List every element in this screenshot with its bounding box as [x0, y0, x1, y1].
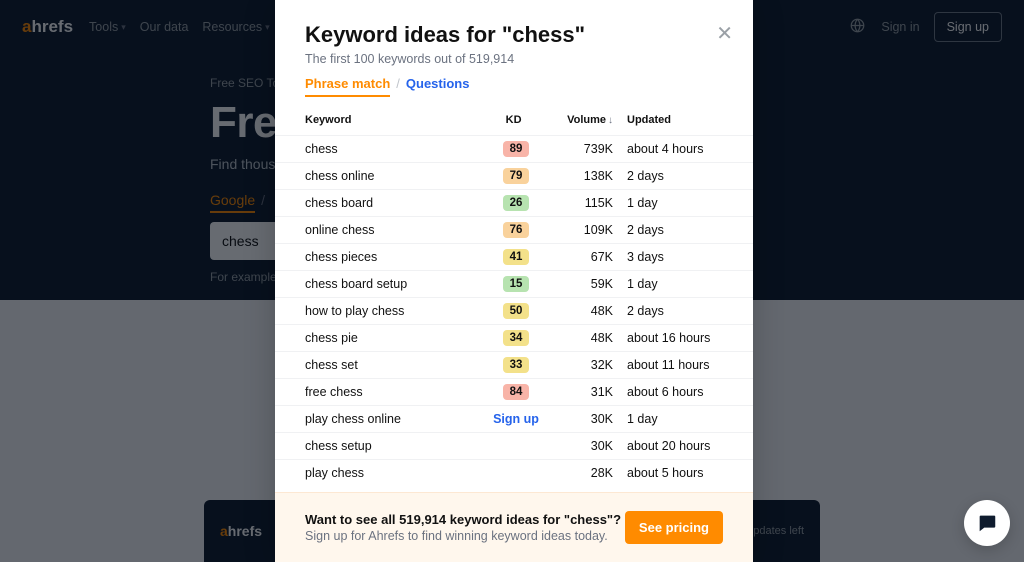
cell-volume: 30K [541, 412, 613, 426]
col-keyword[interactable]: Keyword [305, 114, 491, 126]
see-pricing-button[interactable]: See pricing [625, 511, 723, 544]
cell-keyword: chess pie [305, 331, 491, 345]
cell-kd: 15 [491, 276, 541, 292]
cell-kd: 89 [491, 141, 541, 157]
cell-updated: 1 day [613, 412, 723, 426]
cell-volume: 739K [541, 142, 613, 156]
cell-keyword: play chess [305, 466, 491, 480]
table-row[interactable]: chess89739Kabout 4 hours [275, 135, 753, 162]
table-body: chess89739Kabout 4 hourschess online7913… [275, 135, 753, 492]
table-header: Keyword KD Volume↓ Updated [275, 105, 753, 135]
tab-questions[interactable]: Questions [406, 76, 470, 91]
cell-kd: 50 [491, 303, 541, 319]
cell-updated: 2 days [613, 304, 723, 318]
cell-kd: 26 [491, 195, 541, 211]
cell-keyword: chess set [305, 358, 491, 372]
cell-volume: 48K [541, 304, 613, 318]
cell-keyword: free chess [305, 385, 491, 399]
cta-line2: Sign up for Ahrefs to find winning keywo… [305, 529, 621, 543]
cell-volume: 48K [541, 331, 613, 345]
keyword-ideas-modal: Keyword ideas for "chess" The first 100 … [275, 0, 753, 562]
cell-volume: 109K [541, 223, 613, 237]
cell-kd: Sign up [491, 412, 541, 426]
cell-keyword: chess board setup [305, 277, 491, 291]
table-row[interactable]: chess board26115K1 day [275, 189, 753, 216]
cell-volume: 32K [541, 358, 613, 372]
cell-volume: 115K [541, 196, 613, 210]
col-updated[interactable]: Updated [613, 114, 723, 126]
signup-link[interactable]: Sign up [493, 412, 539, 426]
cell-keyword: chess pieces [305, 250, 491, 264]
modal-cta: Want to see all 519,914 keyword ideas fo… [275, 492, 753, 562]
table-row[interactable]: play chess onlineSign up30K1 day [275, 405, 753, 432]
modal-subtitle: The first 100 keywords out of 519,914 [305, 52, 723, 66]
cell-keyword: how to play chess [305, 304, 491, 318]
modal-tabs: Phrase match/Questions [275, 76, 753, 91]
cell-volume: 138K [541, 169, 613, 183]
cell-kd: 34 [491, 330, 541, 346]
cell-updated: about 20 hours [613, 439, 723, 453]
col-kd[interactable]: KD [491, 114, 541, 126]
cell-keyword: chess board [305, 196, 491, 210]
cell-updated: 1 day [613, 196, 723, 210]
cell-volume: 59K [541, 277, 613, 291]
cell-keyword: play chess online [305, 412, 491, 426]
table-row[interactable]: free chess8431Kabout 6 hours [275, 378, 753, 405]
table-row[interactable]: chess online79138K2 days [275, 162, 753, 189]
cell-keyword: chess setup [305, 439, 491, 453]
table-row[interactable]: chess setup 30Kabout 20 hours [275, 432, 753, 459]
cell-updated: about 6 hours [613, 385, 723, 399]
cell-volume: 31K [541, 385, 613, 399]
modal-title: Keyword ideas for "chess" [305, 22, 723, 48]
tab-phrase-match[interactable]: Phrase match [305, 76, 390, 97]
cell-keyword: chess [305, 142, 491, 156]
cell-updated: 3 days [613, 250, 723, 264]
table-row[interactable]: chess pie3448Kabout 16 hours [275, 324, 753, 351]
table-row[interactable]: chess pieces4167K3 days [275, 243, 753, 270]
cta-line1: Want to see all 519,914 keyword ideas fo… [305, 512, 621, 527]
cell-keyword: online chess [305, 223, 491, 237]
cell-kd: 84 [491, 384, 541, 400]
cell-updated: about 5 hours [613, 466, 723, 480]
cell-updated: about 4 hours [613, 142, 723, 156]
table-row[interactable]: chess set3332Kabout 11 hours [275, 351, 753, 378]
cell-kd: 41 [491, 249, 541, 265]
close-icon[interactable]: ✕ [716, 24, 733, 44]
cell-updated: 2 days [613, 223, 723, 237]
cell-kd: 33 [491, 357, 541, 373]
cell-updated: 2 days [613, 169, 723, 183]
cell-kd: 79 [491, 168, 541, 184]
table-row[interactable]: online chess76109K2 days [275, 216, 753, 243]
cell-updated: about 16 hours [613, 331, 723, 345]
cell-updated: 1 day [613, 277, 723, 291]
cell-kd: 76 [491, 222, 541, 238]
cell-volume: 28K [541, 466, 613, 480]
table-row[interactable]: how to play chess5048K2 days [275, 297, 753, 324]
cell-keyword: chess online [305, 169, 491, 183]
cell-volume: 67K [541, 250, 613, 264]
table-row[interactable]: chess board setup1559K1 day [275, 270, 753, 297]
chat-icon[interactable] [964, 500, 1010, 546]
cell-updated: about 11 hours [613, 358, 723, 372]
col-volume[interactable]: Volume↓ [541, 114, 613, 126]
cell-volume: 30K [541, 439, 613, 453]
table-row[interactable]: play chess 28Kabout 5 hours [275, 459, 753, 486]
